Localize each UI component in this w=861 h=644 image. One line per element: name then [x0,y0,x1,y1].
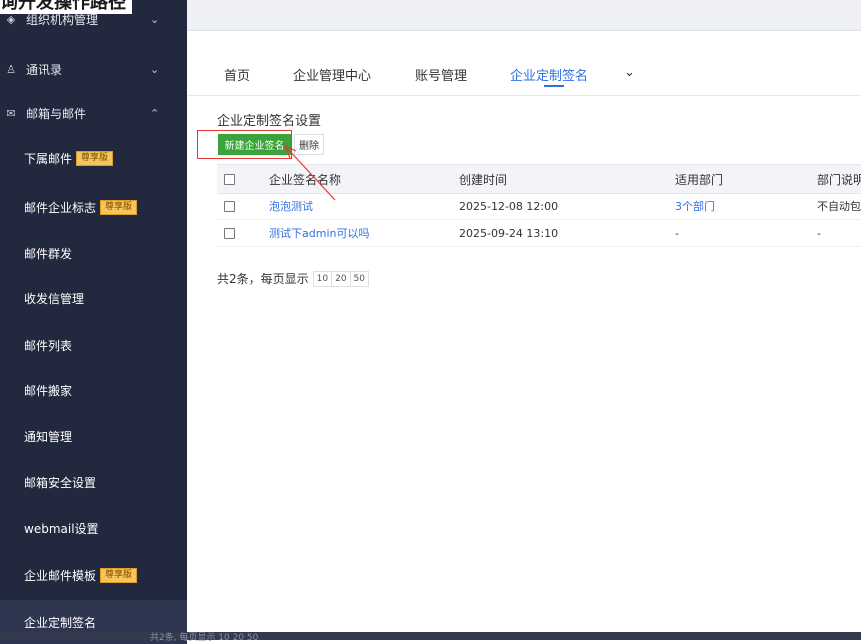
mail-icon: ✉ [6,106,16,120]
document-title: 询开发操作路径 [0,0,132,14]
column-header-dept[interactable]: 适用部门 [675,165,723,193]
delete-button[interactable]: 删除 [294,134,324,155]
tab-enterprise-center[interactable]: 企业管理中心 [293,65,371,84]
sidebar-item-label: 下属邮件 [24,151,73,166]
sidebar-item-label: 邮箱安全设置 [24,475,97,490]
page-size-option[interactable]: 50 [349,270,369,287]
tab-home[interactable]: 首页 [224,65,250,84]
new-signature-button[interactable]: 新建企业签名 [218,134,291,155]
sidebar-group-label: 邮箱与邮件 [26,106,87,121]
sidebar-item-sub-mail[interactable]: 下属邮件 尊享版 [0,136,187,180]
table-row: 测试下admin可以吗 2025-09-24 13:10 - - [217,220,861,247]
pagination: 共2条，每页显示 10 20 50 [217,270,369,287]
premium-badge: 尊享版 [100,199,138,215]
bottom-strip: 共2条, 每页显示 10 20 50 [0,632,861,643]
premium-badge: 尊享版 [76,150,114,166]
sidebar-group-mail[interactable]: ✉ 邮箱与邮件 ⌃ [0,91,187,135]
sidebar-item-label: 通知管理 [24,429,73,444]
layers-icon: ◈ [6,12,16,26]
dept-value: - [675,226,679,240]
premium-badge: 尊享版 [100,567,138,583]
top-bar [187,0,861,31]
sidebar-item-label: 邮件企业标志 [24,200,97,215]
page-size-option[interactable]: 10 [312,270,333,287]
column-header-created[interactable]: 创建时间 [459,165,507,193]
column-header-name[interactable]: 企业签名名称 [269,165,341,193]
sidebar-group-label: 通讯录 [26,62,63,77]
created-time: 2025-09-24 13:10 [459,226,559,240]
tab-bar: 首页 企业管理中心 账号管理 企业定制签名 ⌄ [187,31,861,96]
sidebar-group-contacts[interactable]: ♙ 通讯录 ⌄ [0,47,187,91]
select-all-checkbox[interactable] [224,165,235,193]
table-header: 企业签名名称 创建时间 适用部门 部门说明 [217,164,861,194]
chevron-up-icon: ⌃ [150,106,160,120]
sidebar-item-mail-template[interactable]: 企业邮件模板 尊享版 [0,553,187,597]
sidebar-item-webmail[interactable]: webmail设置 [0,506,187,550]
user-icon: ♙ [6,62,16,76]
sidebar-item-label: 邮件列表 [24,338,73,353]
chevron-down-icon: ⌄ [150,62,160,76]
page-size-option[interactable]: 20 [331,270,351,287]
sidebar-item-send-receive[interactable]: 收发信管理 [0,276,187,320]
signature-name-link[interactable]: 泡泡测试 [269,193,313,219]
signature-name-link[interactable]: 测试下admin可以吗 [269,220,369,246]
tab-account-management[interactable]: 账号管理 [415,65,467,84]
row-checkbox[interactable] [224,193,235,219]
tab-custom-signature[interactable]: 企业定制签名 [510,65,588,84]
dept-description: - [817,226,821,240]
created-time: 2025-12-08 12:00 [459,199,559,213]
sidebar-item-label: 收发信管理 [24,291,85,306]
sidebar-item-label: webmail设置 [24,521,99,536]
active-tab-indicator [544,85,564,87]
section-title: 企业定制签名设置 [217,114,322,129]
table-row: 泡泡测试 2025-12-08 12:00 3个部门 不自动包含 [217,193,861,220]
sidebar-item-mail-logo[interactable]: 邮件企业标志 尊享版 [0,185,187,229]
sidebar-item-label: 企业邮件模板 [24,568,97,583]
sidebar-item-mail-list[interactable]: 邮件列表 [0,323,187,367]
sidebar-item-label: 邮件群发 [24,246,73,261]
main-content: 企业定制签名设置 新建企业签名 删除 企业签名名称 创建时间 适用部门 部门说明… [197,96,861,632]
pager-text: 共2条，每页显示 [217,272,309,286]
row-checkbox[interactable] [224,220,235,246]
dept-link[interactable]: 3个部门 [675,193,715,219]
sidebar: ◈ 组织机构管理 ⌄ ♙ 通讯录 ⌄ ✉ 邮箱与邮件 ⌃ 下属邮件 尊享版 邮件… [0,0,187,644]
sidebar-item-mail-move[interactable]: 邮件搬家 [0,368,187,412]
sidebar-item-notifications[interactable]: 通知管理 [0,414,187,458]
sidebar-item-mass-mail[interactable]: 邮件群发 [0,231,187,275]
chevron-down-icon: ⌄ [150,12,160,26]
column-header-desc[interactable]: 部门说明 [817,165,861,193]
sidebar-item-label: 企业定制签名 [24,615,97,630]
sidebar-item-security[interactable]: 邮箱安全设置 [0,460,187,504]
chevron-down-icon[interactable]: ⌄ [624,65,635,80]
sidebar-item-label: 邮件搬家 [24,383,73,398]
dept-description: 不自动包含 [817,200,861,213]
